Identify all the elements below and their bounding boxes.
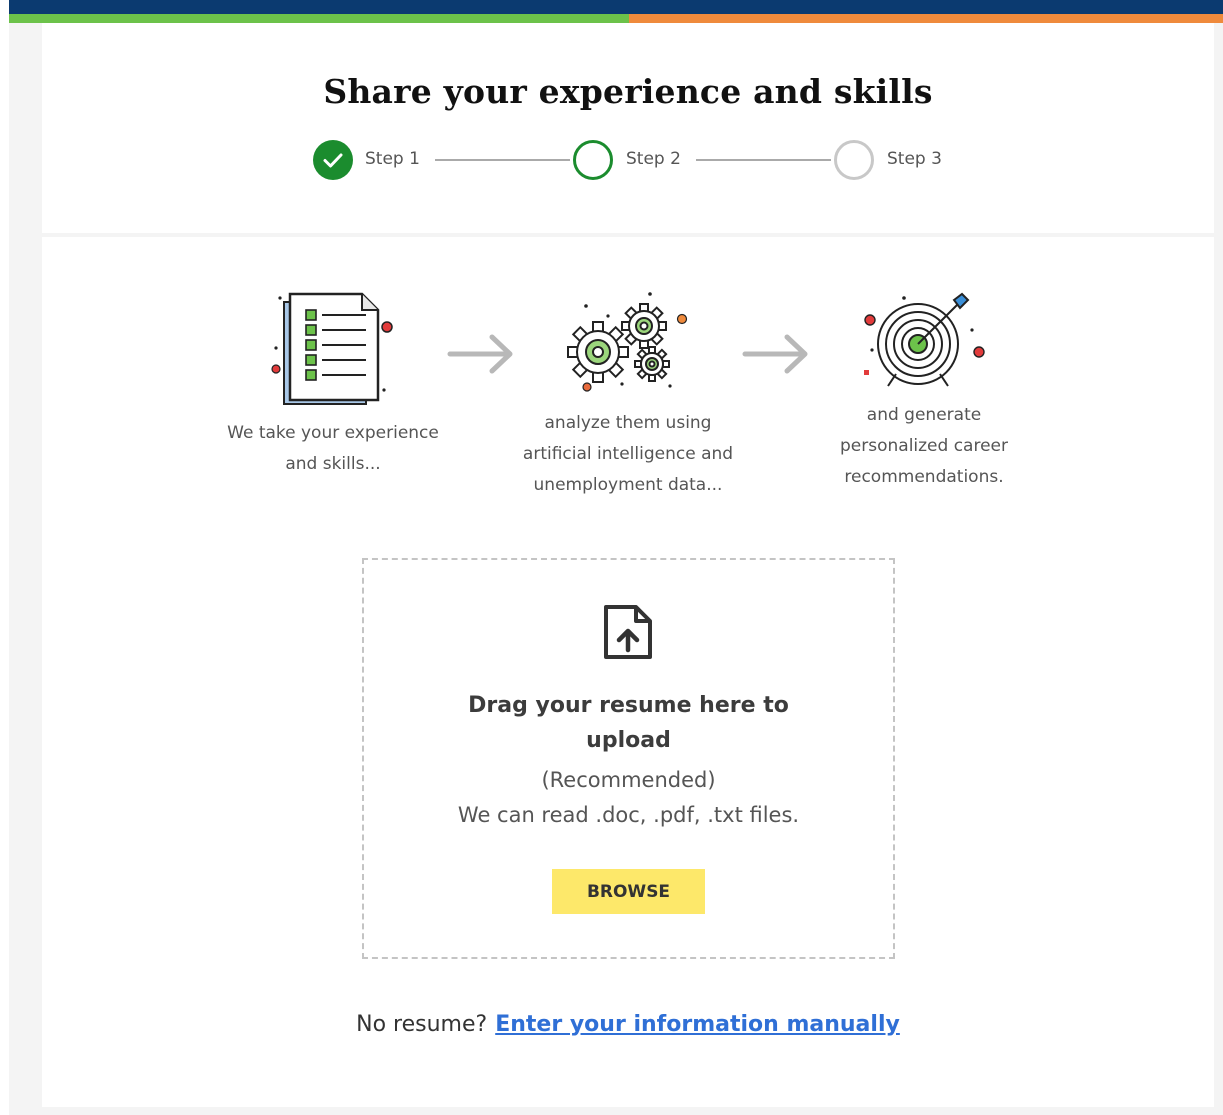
dropzone-title-line-2: upload [586, 728, 671, 753]
process-step-2-line-1: analyze them using [544, 413, 712, 433]
check-icon [323, 153, 343, 168]
step-3-indicator [834, 140, 874, 180]
progress-bar-filled [9, 14, 629, 23]
process-step-1-text: We take your experience and skills... [193, 418, 473, 480]
gears-icon [567, 292, 688, 392]
header-card [42, 23, 1214, 233]
step-3-label: Step 3 [887, 149, 942, 169]
process-step-2-line-2: artificial intelligence and [522, 444, 734, 464]
process-step-1-line-2: and skills... [285, 454, 381, 474]
step-1-indicator [313, 140, 353, 180]
file-upload-icon [604, 605, 652, 659]
enter-manually-link[interactable]: Enter your information manually [495, 1012, 900, 1037]
step-connector-1 [435, 159, 570, 161]
dropzone-title: Drag your resume here to upload [362, 688, 895, 758]
manual-entry-row: No resume? Enter your information manuall… [42, 1012, 1214, 1037]
no-resume-prompt: No resume? [356, 1012, 488, 1037]
progress-bar-remaining [629, 14, 1223, 23]
step-connector-2 [696, 159, 831, 161]
process-step-3-line-2: personalized career [840, 436, 1008, 456]
process-step-3-text: and generate personalized career recomme… [784, 400, 1064, 493]
step-2-indicator [573, 140, 613, 180]
browse-button[interactable]: BROWSE [552, 869, 705, 914]
step-1-label: Step 1 [365, 149, 420, 169]
target-icon [864, 292, 985, 387]
dropzone-title-line-1: Drag your resume here to [468, 693, 789, 718]
process-step-1-line-1: We take your experience [227, 423, 439, 443]
recommended-note: (Recommended) [541, 768, 716, 792]
arrow-right-icon [742, 334, 808, 374]
document-checklist-icon [271, 292, 393, 405]
process-step-2-text: analyze them using artificial intelligen… [488, 408, 768, 501]
process-step-2-line-3: unemployment data... [533, 475, 723, 495]
process-step-3-line-3: recommendations. [844, 467, 1004, 487]
page-title: Share your experience and skills [323, 72, 933, 111]
step-2-label: Step 2 [626, 149, 681, 169]
supported-formats: We can read .doc, .pdf, .txt files. [457, 803, 800, 827]
process-step-3-line-1: and generate [866, 405, 982, 425]
top-nav-bar [9, 0, 1223, 14]
arrow-right-icon [447, 334, 513, 374]
